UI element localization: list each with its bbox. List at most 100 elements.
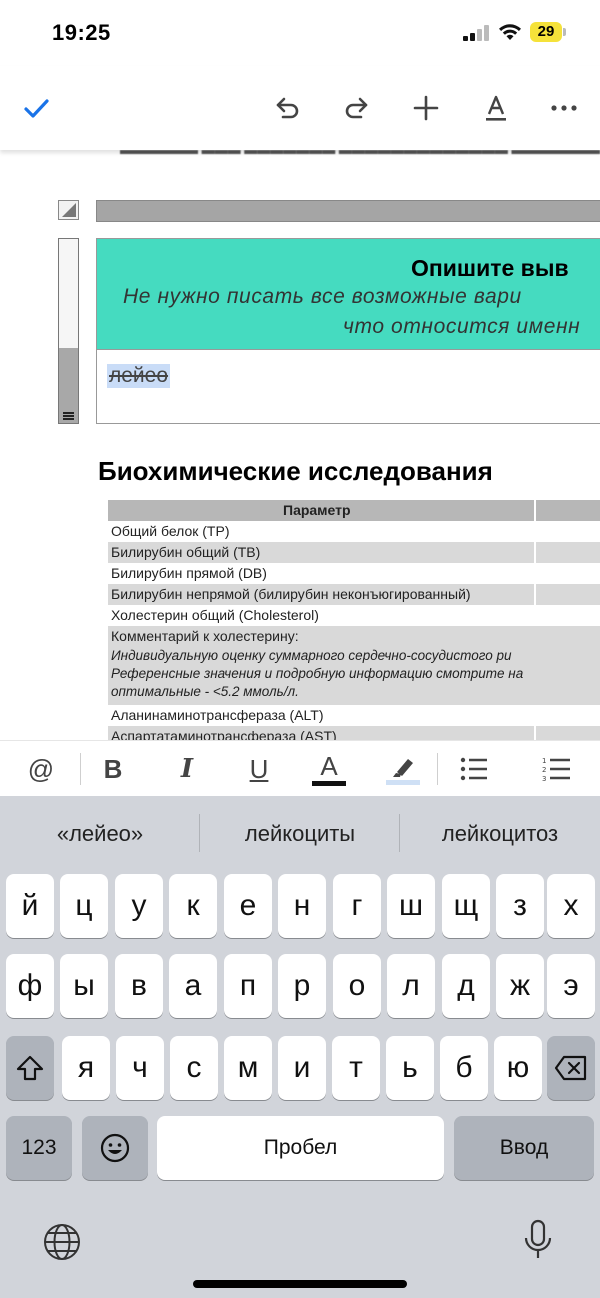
cellular-signal-icon <box>463 25 491 41</box>
underline-icon: U <box>249 753 269 784</box>
table-cell: Холестерин общий (Cholesterol) <box>111 607 319 623</box>
key[interactable]: в <box>115 954 163 1018</box>
key[interactable]: ц <box>60 874 108 938</box>
table-cell: Билирубин общий (TB) <box>111 544 261 560</box>
key[interactable]: с <box>170 1036 218 1100</box>
numbered-list-button[interactable]: 123 <box>534 746 580 792</box>
at-icon: @ <box>27 753 55 784</box>
cholesterol-comment-row: Комментарий к холестерину: Индивидуальну… <box>108 626 600 705</box>
text-color-swatch <box>312 780 346 786</box>
table-row: Холестерин общий (Cholesterol) <box>108 605 600 626</box>
backspace-key[interactable] <box>547 1036 595 1100</box>
emoji-icon <box>100 1133 130 1163</box>
undo-icon <box>276 97 299 119</box>
editor-toolbar <box>0 66 600 150</box>
italic-icon: I <box>180 754 194 784</box>
key[interactable]: щ <box>442 874 490 938</box>
redo-icon <box>345 97 368 119</box>
undo-button[interactable] <box>266 86 310 130</box>
key[interactable]: е <box>224 874 272 938</box>
return-key[interactable]: Ввод <box>454 1116 594 1180</box>
highlighter-icon <box>393 759 413 777</box>
table-row: Билирубин общий (TB) <box>108 542 600 563</box>
key[interactable]: г <box>333 874 381 938</box>
emoji-key[interactable] <box>82 1116 148 1180</box>
key[interactable]: н <box>278 874 326 938</box>
key[interactable]: и <box>278 1036 326 1100</box>
comment-label: Комментарий к холестерину: <box>111 628 299 644</box>
key[interactable]: п <box>224 954 272 1018</box>
highlight-button[interactable] <box>380 746 426 792</box>
answer-selected-word[interactable]: лейео <box>107 364 171 388</box>
key[interactable]: ы <box>60 954 108 1018</box>
svg-text:1: 1 <box>542 757 546 765</box>
key[interactable]: ь <box>386 1036 434 1100</box>
microphone-icon <box>524 1219 552 1258</box>
suggestion-1[interactable]: «лейео» <box>0 816 200 852</box>
resize-handle-icon[interactable] <box>58 200 79 220</box>
text-area-scrollbar[interactable] <box>58 238 79 424</box>
mention-button[interactable]: @ <box>18 746 64 792</box>
done-button[interactable] <box>14 86 58 130</box>
battery-icon: 29 <box>530 22 566 42</box>
suggestion-2[interactable]: лейкоциты <box>200 816 400 852</box>
key[interactable]: ю <box>494 1036 542 1100</box>
insert-button[interactable] <box>404 86 448 130</box>
table-cell: Аспартатаминотрансфераза (AST) <box>111 728 337 740</box>
text-format-button[interactable] <box>474 86 518 130</box>
key[interactable]: ф <box>6 954 54 1018</box>
status-time: 19:25 <box>52 20 111 45</box>
parameters-table: Параметр Общий белок (TP) Билирубин общи… <box>108 500 600 740</box>
key[interactable]: р <box>278 954 326 1018</box>
document-canvas[interactable]: ▬▬▬▬▬▬ ▬▬▬ ▬▬▬▬▬▬▬ ▬▬▬▬▬▬▬▬▬▬▬▬▬ ▬▬▬▬▬▬▬… <box>0 150 600 740</box>
key[interactable]: б <box>440 1036 488 1100</box>
battery-level: 29 <box>537 23 555 40</box>
scrollbar-thumb[interactable] <box>59 348 78 423</box>
svg-text:2: 2 <box>542 766 546 774</box>
numbers-key[interactable]: 123 <box>6 1116 72 1180</box>
check-icon <box>24 99 49 118</box>
shift-key[interactable] <box>6 1036 54 1100</box>
key[interactable]: з <box>496 874 544 938</box>
language-switch-button[interactable] <box>40 1220 84 1264</box>
key[interactable]: т <box>332 1036 380 1100</box>
key[interactable]: а <box>169 954 217 1018</box>
wifi-icon <box>499 24 521 40</box>
text-color-button[interactable]: A <box>306 746 352 792</box>
more-options-button[interactable] <box>542 86 586 130</box>
header-parameter: Параметр <box>283 502 351 518</box>
key[interactable]: я <box>62 1036 110 1100</box>
bulleted-list-button[interactable] <box>451 746 497 792</box>
key[interactable]: ч <box>116 1036 164 1100</box>
home-indicator[interactable] <box>193 1280 407 1288</box>
table-row: Аланинаминотрансфераза (ALT) <box>108 705 600 726</box>
key[interactable]: о <box>333 954 381 1018</box>
italic-button[interactable]: I <box>164 746 210 792</box>
key[interactable]: э <box>547 954 595 1018</box>
table-row: Аспартатаминотрансфераза (AST) <box>108 726 600 740</box>
globe-icon <box>44 1224 80 1260</box>
key[interactable]: м <box>224 1036 272 1100</box>
dictation-button[interactable] <box>516 1216 560 1264</box>
numbered-list-icon: 123 <box>542 757 570 782</box>
redo-button[interactable] <box>334 86 378 130</box>
key[interactable]: к <box>169 874 217 938</box>
suggestion-3[interactable]: лейкоцитоз <box>400 816 600 852</box>
space-key[interactable]: Пробел <box>157 1116 444 1180</box>
svg-text:3: 3 <box>542 775 546 782</box>
bold-button[interactable]: B <box>90 746 136 792</box>
key[interactable]: л <box>387 954 435 1018</box>
table-row: Билирубин непрямой (билирубин неконъюгир… <box>108 584 600 605</box>
key[interactable]: ш <box>387 874 435 938</box>
highlight-swatch <box>386 780 420 785</box>
table-cell: Билирубин непрямой (билирубин неконъюгир… <box>111 586 471 602</box>
key[interactable]: д <box>442 954 490 1018</box>
key[interactable]: й <box>6 874 54 938</box>
text-color-icon: A <box>320 750 338 781</box>
key[interactable]: у <box>115 874 163 938</box>
answer-text-area[interactable]: лейео <box>96 350 600 424</box>
key[interactable]: ж <box>496 954 544 1018</box>
underline-button[interactable]: U <box>236 746 282 792</box>
key[interactable]: х <box>547 874 595 938</box>
table-header: Параметр <box>108 500 600 521</box>
